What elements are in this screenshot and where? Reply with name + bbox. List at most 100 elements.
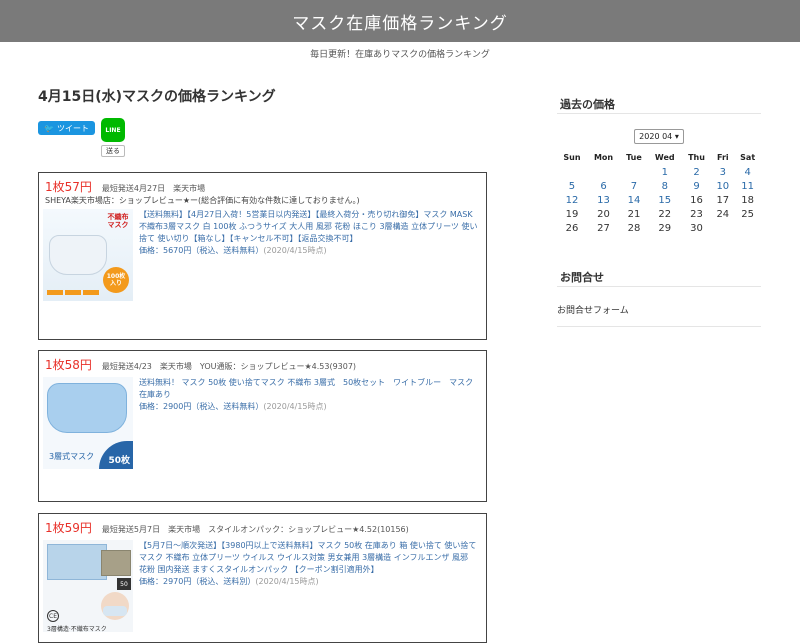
price-date: (2020/4/15時点) xyxy=(263,402,327,411)
calendar-week: 19 20 21 22 23 24 25 xyxy=(557,207,761,221)
price-date: (2020/4/15時点) xyxy=(255,577,319,586)
calendar-day[interactable]: 2 xyxy=(682,165,712,179)
calendar-day: 18 xyxy=(741,194,755,206)
calendar-empty-cell xyxy=(557,165,587,179)
calendar-day: 17 xyxy=(716,194,730,206)
contact-widget: お問合せ お問合せフォーム xyxy=(557,267,761,327)
calendar-day[interactable]: 11 xyxy=(734,179,761,193)
calendar-week: 1234 xyxy=(557,165,761,179)
product-meta: 最短発送4月27日 楽天市場 xyxy=(101,184,206,193)
model-mask xyxy=(103,606,127,616)
calendar-day: 23 xyxy=(690,208,703,220)
contact-form-link[interactable]: お問合せフォーム xyxy=(557,287,761,327)
line-logo-text: LINE xyxy=(105,126,121,134)
badge-bottom: 入り xyxy=(109,280,122,287)
box-side xyxy=(101,550,131,576)
site-description: 毎日更新！在庫ありマスクの価格ランキング xyxy=(310,50,490,60)
month-select-value: 2020 04 xyxy=(639,132,673,141)
weekday-header: Sat xyxy=(740,152,756,162)
calendar-day[interactable]: 10 xyxy=(711,179,734,193)
product-card-2: 1枚58円 最短発送4/23 楽天市場 YOU通販：ショップレビュー★4.53(… xyxy=(38,350,487,502)
calendar-day[interactable]: 14 xyxy=(620,193,648,207)
calendar-day[interactable]: 5 xyxy=(557,179,587,193)
calendar-day: 27 xyxy=(597,222,610,234)
product-card-1: 1枚57円 最短発送4月27日 楽天市場 SHEYA楽天市場店：ショップレビュー… xyxy=(38,172,487,340)
calendar-day: 16 xyxy=(690,194,703,206)
ce-mark: CE xyxy=(47,610,59,622)
calendar-day[interactable]: 7 xyxy=(620,179,648,193)
product-meta: 最短発送5月7日 楽天市場 スタイルオンパック：ショップレビュー★4.52(10… xyxy=(101,525,409,534)
badge-top: 100枚 xyxy=(106,273,126,280)
product-price: 1枚59円 xyxy=(45,521,92,535)
chevron-down-icon: ▾ xyxy=(674,132,679,141)
product-image[interactable]: 不織布 マスク 100枚 入り xyxy=(43,209,133,301)
mask-box-illustration xyxy=(47,544,107,580)
image-label-top: 不織布 xyxy=(107,213,129,221)
page-title: 4月15日(水)マスクの価格ランキング xyxy=(38,89,276,105)
product-price-line: 価格：2900円（税込、送料無料）(2020/4/15時点) xyxy=(139,401,478,413)
price-text: 価格：2900円（税込、送料無料） xyxy=(139,402,264,411)
weekday-header: Mon xyxy=(593,152,614,162)
product-image[interactable]: 50 CE 3層構造·不織布マスク xyxy=(43,540,133,632)
calendar-day[interactable]: 4 xyxy=(734,165,761,179)
calendar-day[interactable]: 6 xyxy=(587,179,620,193)
feature-tags xyxy=(47,290,99,295)
calendar-day: 28 xyxy=(627,222,641,234)
product-price-line: 価格：5670円（税込、送料無料）(2020/4/15時点) xyxy=(139,245,478,257)
tweet-label: ツイート xyxy=(56,123,89,133)
calendar-day: 25 xyxy=(741,208,755,220)
sidebar: 過去の価格 2020 04 ▾ Sun Mon Tue Wed Thu Fri Sat 12… xyxy=(557,94,761,327)
calendar-day: 20 xyxy=(597,208,610,220)
calendar-empty-cell xyxy=(711,221,734,235)
product-title-link[interactable]: 【5月7日～順次発送】【3980円以上で送料無料】マスク 50枚 在庫あり 箱 … xyxy=(139,540,478,576)
site-title[interactable]: マスク在庫価格ランキング xyxy=(292,9,508,34)
line-send-label[interactable]: 送る xyxy=(100,145,125,157)
mask-illustration xyxy=(49,235,107,275)
calendar-day: 29 xyxy=(658,222,672,234)
product-meta: 最短発送4/23 楽天市場 YOU通販：ショップレビュー★4.53(9307) xyxy=(101,362,357,371)
calendar-day[interactable]: 3 xyxy=(711,165,734,179)
image-label-bottom: マスク xyxy=(107,221,129,229)
image-caption: 3層構造·不織布マスク xyxy=(47,626,107,632)
calendar-day: 26 xyxy=(565,222,579,234)
calendar-week: 26 27 28 29 30 xyxy=(557,221,761,235)
price-date: (2020/4/15時点) xyxy=(263,246,327,255)
count-badge: 100枚 入り xyxy=(103,267,129,293)
product-price: 1枚58円 xyxy=(45,358,92,372)
calendar-empty-cell xyxy=(587,165,620,179)
line-icon[interactable]: LINE xyxy=(100,118,125,142)
line-share[interactable]: LINE 送る xyxy=(100,118,125,157)
calendar-day[interactable]: 8 xyxy=(648,179,682,193)
calendar-day[interactable]: 9 xyxy=(682,179,712,193)
count-corner: 50枚 xyxy=(99,441,133,469)
product-title-link[interactable]: 送料無料！ マスク 50枚 使い捨てマスク 不織布 3層式 50枚セット ワイト… xyxy=(139,377,478,401)
calendar-day: 19 xyxy=(565,208,579,220)
tweet-button[interactable]: 🐦 ツイート xyxy=(38,121,95,135)
product-image[interactable]: 3層式マスク 50枚 xyxy=(43,377,133,469)
contact-title: お問合せ xyxy=(557,267,761,287)
month-select[interactable]: 2020 04 ▾ xyxy=(634,129,684,144)
product-price: 1枚57円 xyxy=(45,180,92,194)
twitter-bird-icon: 🐦 xyxy=(44,123,54,133)
calendar-day: 24 xyxy=(716,208,730,220)
weekday-header: Wed xyxy=(654,152,675,162)
calendar-week: 5 6 7 8 9 10 11 xyxy=(557,179,761,193)
price-text: 価格：5670円（税込、送料無料） xyxy=(139,246,264,255)
product-card-3: 1枚59円 最短発送5月7日 楽天市場 スタイルオンパック：ショップレビュー★4… xyxy=(38,513,487,643)
blue-mask-illustration xyxy=(47,383,127,433)
product-title-link[interactable]: 【送料無料】【4月27日入荷！5営業日以内発送】【最終入荷分・売り切れ御免】マス… xyxy=(139,209,478,245)
price-text: 価格：2970円（税込、送料別） xyxy=(139,577,256,586)
main-content: 4月15日(水)マスクの価格ランキング 🐦 ツイート LINE 送る 1枚57円… xyxy=(38,86,488,643)
calendar-day[interactable]: 13 xyxy=(587,193,620,207)
weekday-header: Sun xyxy=(563,152,581,162)
calendar-widget: 過去の価格 2020 04 ▾ Sun Mon Tue Wed Thu Fri Sat 12… xyxy=(557,94,761,235)
image-caption: 3層式マスク xyxy=(49,452,95,461)
weekday-header: Thu xyxy=(688,152,705,162)
share-buttons: 🐦 ツイート LINE 送る xyxy=(38,118,488,162)
image-label: 不織布 マスク xyxy=(105,213,131,229)
calendar-day[interactable]: 15 xyxy=(648,193,682,207)
calendar-day[interactable]: 12 xyxy=(557,193,587,207)
calendar-day[interactable]: 1 xyxy=(648,165,682,179)
calendar-day: 30 xyxy=(690,222,703,234)
calendar-title: 過去の価格 xyxy=(557,94,761,114)
